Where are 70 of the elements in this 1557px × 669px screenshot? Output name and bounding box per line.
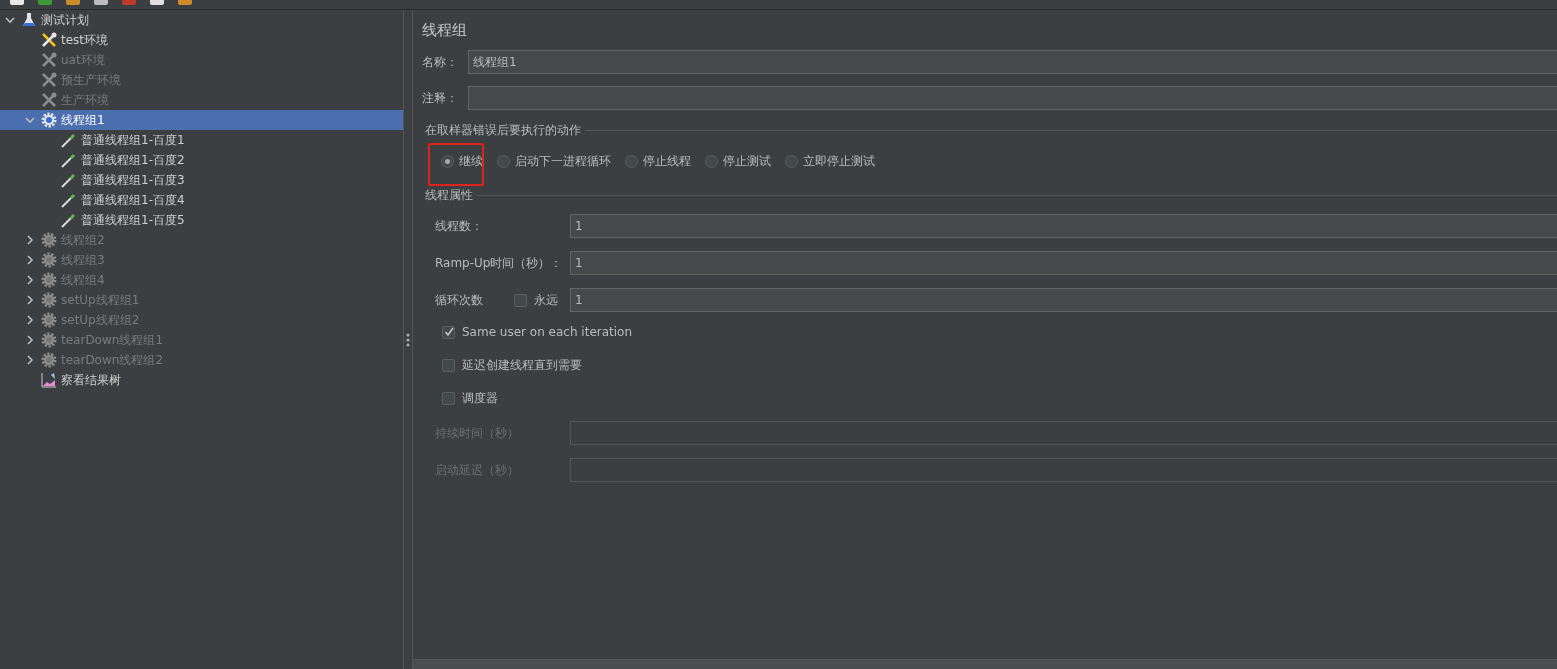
checkbox[interactable]: [442, 325, 455, 339]
pipette-icon: [60, 191, 78, 209]
checkbox-label: 调度器: [462, 389, 498, 407]
tree-item[interactable]: 普通线程组1-百度2: [0, 150, 403, 170]
field-label: 注释：: [422, 89, 459, 107]
tree-item[interactable]: 察看结果树: [0, 370, 403, 390]
tree-item[interactable]: 测试计划: [0, 10, 403, 30]
toolbar-icon[interactable]: [150, 0, 164, 5]
tree-item[interactable]: 普通线程组1-百度5: [0, 210, 403, 230]
pipette-icon: [60, 151, 78, 169]
wrench-icon: [40, 71, 58, 89]
radio-button[interactable]: [441, 154, 454, 168]
toolbar-icon[interactable]: [66, 0, 80, 5]
wrench-icon: [40, 51, 58, 69]
panel-title: 线程组: [422, 21, 468, 40]
splitter-handle-icon[interactable]: [406, 332, 410, 347]
checkbox[interactable]: [514, 293, 527, 307]
text-field[interactable]: 1: [570, 214, 1557, 238]
checkbox-label: 延迟创建线程直到需要: [462, 356, 582, 374]
pipette-icon: [60, 171, 78, 189]
text-field[interactable]: 1: [570, 251, 1557, 275]
chevron-down-icon[interactable]: [5, 15, 15, 25]
tree-item[interactable]: 普通线程组1-百度4: [0, 190, 403, 210]
radio-button[interactable]: [625, 154, 638, 168]
text-field[interactable]: 线程组1: [468, 50, 1557, 74]
flask-icon: [20, 11, 38, 29]
horizontal-scrollbar[interactable]: [413, 659, 1557, 669]
checkbox[interactable]: [442, 358, 455, 372]
wrench-icon: [40, 91, 58, 109]
text-field[interactable]: [468, 86, 1557, 110]
pipette-icon: [60, 211, 78, 229]
gear-icon: [40, 291, 58, 309]
tree-item[interactable]: 线程组1: [0, 110, 403, 130]
radio-option[interactable]: 停止线程: [625, 152, 691, 170]
wrench-icon: [40, 31, 58, 49]
chevron-down-icon[interactable]: [25, 115, 35, 125]
gear-icon: [40, 111, 58, 129]
radio-option[interactable]: 立即停止测试: [785, 152, 875, 170]
gear-icon: [40, 331, 58, 349]
gear-icon: [40, 351, 58, 369]
toolbar-icon[interactable]: [122, 0, 136, 5]
radio-option[interactable]: 启动下一进程循环: [497, 152, 611, 170]
toolbar-icon[interactable]: [38, 0, 52, 5]
field-label: Ramp-Up时间（秒）：: [435, 254, 564, 272]
toolbar-icon[interactable]: [10, 0, 24, 5]
chart-icon: [40, 371, 58, 389]
radio-option[interactable]: 停止测试: [705, 152, 771, 170]
tree-item[interactable]: 普通线程组1-百度1: [0, 130, 403, 150]
radio-button[interactable]: [705, 154, 718, 168]
checkbox[interactable]: [442, 391, 455, 405]
radio-option[interactable]: 继续: [441, 152, 483, 170]
text-field[interactable]: 1: [570, 288, 1557, 312]
radio-button[interactable]: [785, 154, 798, 168]
gear-icon: [40, 231, 58, 249]
checkbox-label: Same user on each iteration: [462, 325, 633, 339]
tree-item[interactable]: 普通线程组1-百度3: [0, 170, 403, 190]
pipette-icon: [60, 131, 78, 149]
field-label: 名称：: [422, 53, 459, 71]
field-label: 线程数：: [435, 217, 484, 235]
group-title: 线程属性: [425, 187, 473, 204]
tree-item[interactable]: test环境: [0, 30, 403, 50]
gear-icon: [40, 311, 58, 329]
checkbox-label: 永远: [534, 291, 558, 309]
group-title: 在取样器错误后要执行的动作: [425, 122, 581, 139]
gear-icon: [40, 251, 58, 269]
gear-icon: [40, 271, 58, 289]
toolbar-icon[interactable]: [94, 0, 108, 5]
field-label: 循环次数: [435, 291, 483, 309]
radio-button[interactable]: [497, 154, 510, 168]
toolbar-icon[interactable]: [178, 0, 192, 5]
